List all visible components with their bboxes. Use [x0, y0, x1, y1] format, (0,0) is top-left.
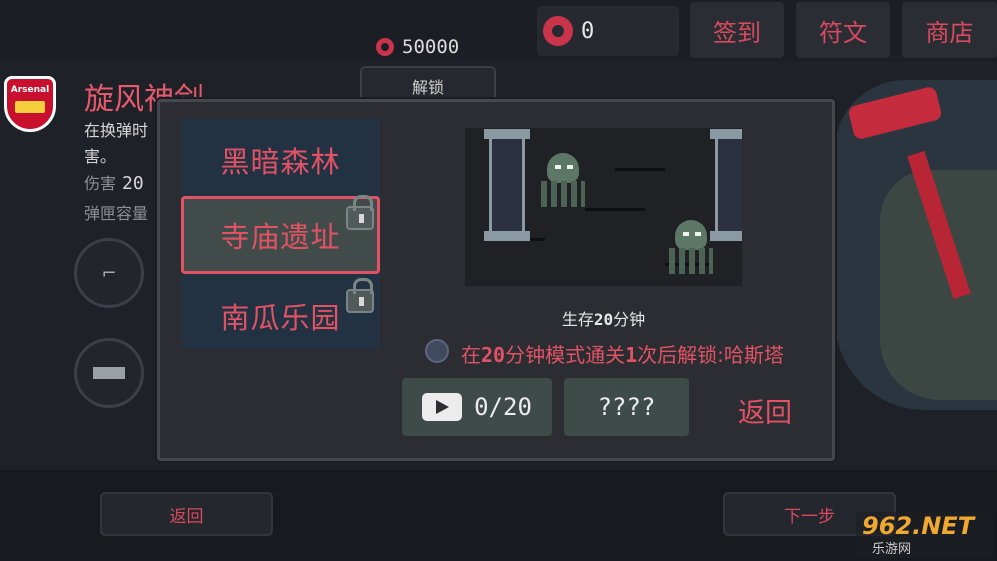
watch-ad-button[interactable]: 0/20 — [402, 378, 552, 436]
condition-times: 1 — [625, 343, 638, 367]
survive-minutes: 20 — [593, 310, 614, 329]
weapon-description: 在换弹时 害。 — [84, 118, 164, 170]
cthulhu-monster-icon — [541, 153, 585, 209]
magazine-stat: 弹匣容量 — [84, 200, 148, 224]
floor-crack — [615, 168, 665, 171]
arsenal-logo: Arsenal — [4, 76, 56, 132]
lock-icon — [346, 195, 374, 230]
currency-display: 0 — [537, 6, 679, 56]
stone-pillar — [710, 129, 742, 241]
back-button[interactable]: 返回 — [100, 492, 273, 536]
dialog-back-button[interactable]: 返回 — [720, 386, 810, 434]
shotgun-icon — [93, 367, 125, 379]
soul-currency-icon — [543, 16, 573, 46]
lock-icon — [346, 278, 374, 313]
map-preview — [465, 128, 742, 286]
weapon-slot-pistol[interactable]: ⌐ — [74, 238, 144, 308]
floor-crack — [585, 208, 645, 211]
magazine-label: 弹匣容量 — [84, 204, 149, 223]
watch-ad-count: 0/20 — [474, 393, 532, 421]
damage-stat: 伤害 20 — [84, 170, 144, 194]
condition-part: 分钟模式通关 — [505, 343, 626, 367]
watermark-text: 乐游网 — [872, 542, 912, 557]
currency-value: 0 — [581, 18, 595, 44]
shop-button[interactable]: 商店 — [902, 2, 997, 58]
survive-prefix: 生存 — [561, 310, 594, 329]
weapon-desc-line1: 在换弹时 — [84, 121, 149, 140]
stone-pillar — [484, 129, 530, 241]
unlock-condition-radio — [425, 339, 449, 363]
map-item-dark-forest[interactable]: 黑暗森林 — [181, 122, 380, 198]
map-name: 南瓜乐园 — [220, 301, 341, 335]
cannon-icon — [15, 101, 45, 113]
damage-value: 20 — [122, 173, 144, 194]
weapon-desc-line2: 害。 — [84, 147, 117, 166]
play-icon — [422, 393, 463, 421]
survive-duration: 生存20分钟 — [465, 306, 742, 330]
gold-value: 50000 — [402, 36, 460, 58]
map-name: 黑暗森林 — [220, 145, 341, 179]
gold-display: 50000 — [376, 36, 459, 58]
damage-label: 伤害 — [84, 174, 117, 193]
gold-currency-icon — [376, 38, 394, 56]
logo-text: Arsenal — [10, 85, 50, 95]
pistol-icon: ⌐ — [101, 262, 117, 284]
watermark-logo: 962.NET — [862, 512, 975, 540]
condition-part: 在 — [461, 343, 481, 367]
weapon-slot-shotgun[interactable] — [74, 338, 144, 408]
unknown-button[interactable]: ???? — [564, 378, 689, 436]
unlock-condition: 在20分钟模式通关1次后解锁:哈斯塔 — [461, 339, 784, 368]
condition-minutes: 20 — [481, 343, 506, 367]
cthulhu-monster-icon — [669, 220, 713, 276]
survive-suffix: 分钟 — [613, 310, 646, 329]
map-name: 寺庙遗址 — [220, 220, 341, 254]
checkin-button[interactable]: 签到 — [690, 2, 784, 58]
runes-button[interactable]: 符文 — [796, 2, 890, 58]
condition-part: 次后解锁:哈斯塔 — [637, 343, 784, 367]
